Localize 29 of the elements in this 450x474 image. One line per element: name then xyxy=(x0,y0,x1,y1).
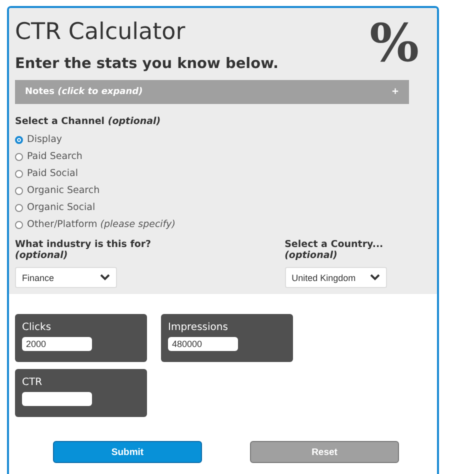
radio-label[interactable]: Organic Social xyxy=(27,202,96,213)
select-label: Select a Country... (optional) xyxy=(284,239,384,261)
dropdown[interactable]: Finance xyxy=(15,267,117,288)
dropdown[interactable]: United Kingdom xyxy=(284,267,387,288)
radio-button[interactable] xyxy=(15,220,23,228)
chevron-down-icon xyxy=(370,274,380,281)
page-title: CTR Calculator xyxy=(15,18,186,46)
field-label: Impressions xyxy=(168,322,229,333)
radio-label[interactable]: Organic Search xyxy=(27,185,100,196)
percent-glyph: % xyxy=(370,18,419,70)
radio-button[interactable] xyxy=(15,152,23,160)
chevron-down-icon xyxy=(100,274,110,281)
select-label: What industry is this for? (optional) xyxy=(15,239,152,261)
radio-button[interactable] xyxy=(15,170,23,178)
field-label: CTR xyxy=(22,377,44,388)
input-field[interactable]: 480000 xyxy=(168,337,238,351)
radio-button[interactable] xyxy=(15,204,23,212)
field-label: Clicks xyxy=(22,322,52,333)
radio-button[interactable] xyxy=(15,186,23,194)
radio-button[interactable] xyxy=(15,136,23,144)
radio-label[interactable]: Display xyxy=(27,134,62,145)
radio-label[interactable]: Other/Platform (please specify) xyxy=(27,219,176,230)
radio-label[interactable]: Paid Search xyxy=(27,151,82,162)
radio-label[interactable]: Paid Social xyxy=(27,168,78,179)
subtitle: Enter the stats you know below. xyxy=(15,56,279,72)
input-field[interactable] xyxy=(22,392,92,406)
submit-button[interactable]: Submit xyxy=(53,441,202,463)
channel-label: Select a Channel (optional) xyxy=(15,116,162,127)
input-field[interactable]: 2000 xyxy=(22,337,92,351)
